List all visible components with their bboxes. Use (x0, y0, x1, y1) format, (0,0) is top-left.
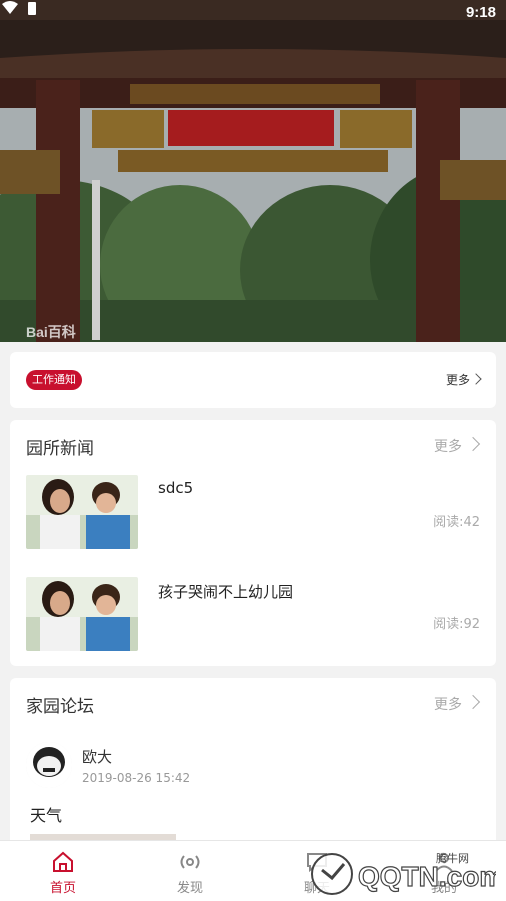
notice-card[interactable]: 工作通知 更多 (10, 352, 496, 408)
status-bar: 9:18 (0, 0, 506, 28)
news-read-count: 阅读:42 (433, 515, 480, 530)
tab-label: 发现 (176, 881, 203, 896)
news-list-item[interactable]: 孩子哭闹不上幼儿园 阅读:92 (26, 577, 480, 651)
news-read-count: 阅读:92 (433, 617, 480, 632)
chevron-right-icon (465, 694, 481, 710)
news-item-title: 孩子哭闹不上幼儿园 (158, 583, 294, 601)
news-item-title: sdc5 (158, 479, 194, 497)
hero-watermark: Bai百科 (26, 324, 76, 340)
post-author[interactable]: 欧大 (82, 746, 112, 767)
notice-more-link[interactable]: 更多 (445, 371, 482, 388)
forum-more-label: 更多 (434, 697, 462, 713)
hero-banner[interactable]: 9:18 Bai百科 (0, 0, 506, 342)
brand-watermark-cn: 腾牛网 (436, 851, 469, 865)
post-date: 2019-08-26 15:42 (82, 771, 191, 785)
brand-watermark-text: QQTN.com (358, 861, 496, 892)
news-section-title: 园所新闻 (26, 439, 94, 459)
forum-more-link[interactable]: 更多 (434, 694, 481, 714)
gate-photo (0, 0, 506, 342)
broadcast-icon (180, 855, 200, 869)
work-notice-tag: 工作通知 (26, 370, 82, 390)
news-card: 园所新闻 更多 sdc5 阅读:42 孩子哭闹不上幼儿园 阅读:92 (10, 420, 496, 666)
chevron-right-icon (465, 436, 481, 452)
status-time: 9:18 (465, 4, 496, 21)
notice-more-label: 更多 (445, 373, 470, 387)
wifi-battery-icon (2, 1, 36, 15)
news-more-link[interactable]: 更多 (434, 436, 481, 456)
chevron-right-icon (470, 373, 482, 385)
post-title[interactable]: 天气 (30, 802, 62, 826)
forum-card: 家园论坛 更多 欧大 2019-08-26 15:42 天气 (10, 678, 496, 848)
news-list-item[interactable]: sdc5 阅读:42 (26, 475, 480, 549)
forum-section-title: 家园论坛 (26, 697, 94, 717)
tab-discover[interactable]: 发现 (150, 841, 230, 901)
news-more-label: 更多 (434, 439, 462, 455)
news-thumbnail (26, 475, 138, 549)
news-thumbnail (26, 577, 138, 651)
qqtn-watermark-logo: QQTN.com 腾牛网 (311, 851, 496, 895)
avatar[interactable] (26, 742, 72, 788)
tab-home[interactable]: 首页 (23, 841, 103, 901)
tab-label: 首页 (49, 881, 76, 896)
home-icon (53, 851, 73, 872)
